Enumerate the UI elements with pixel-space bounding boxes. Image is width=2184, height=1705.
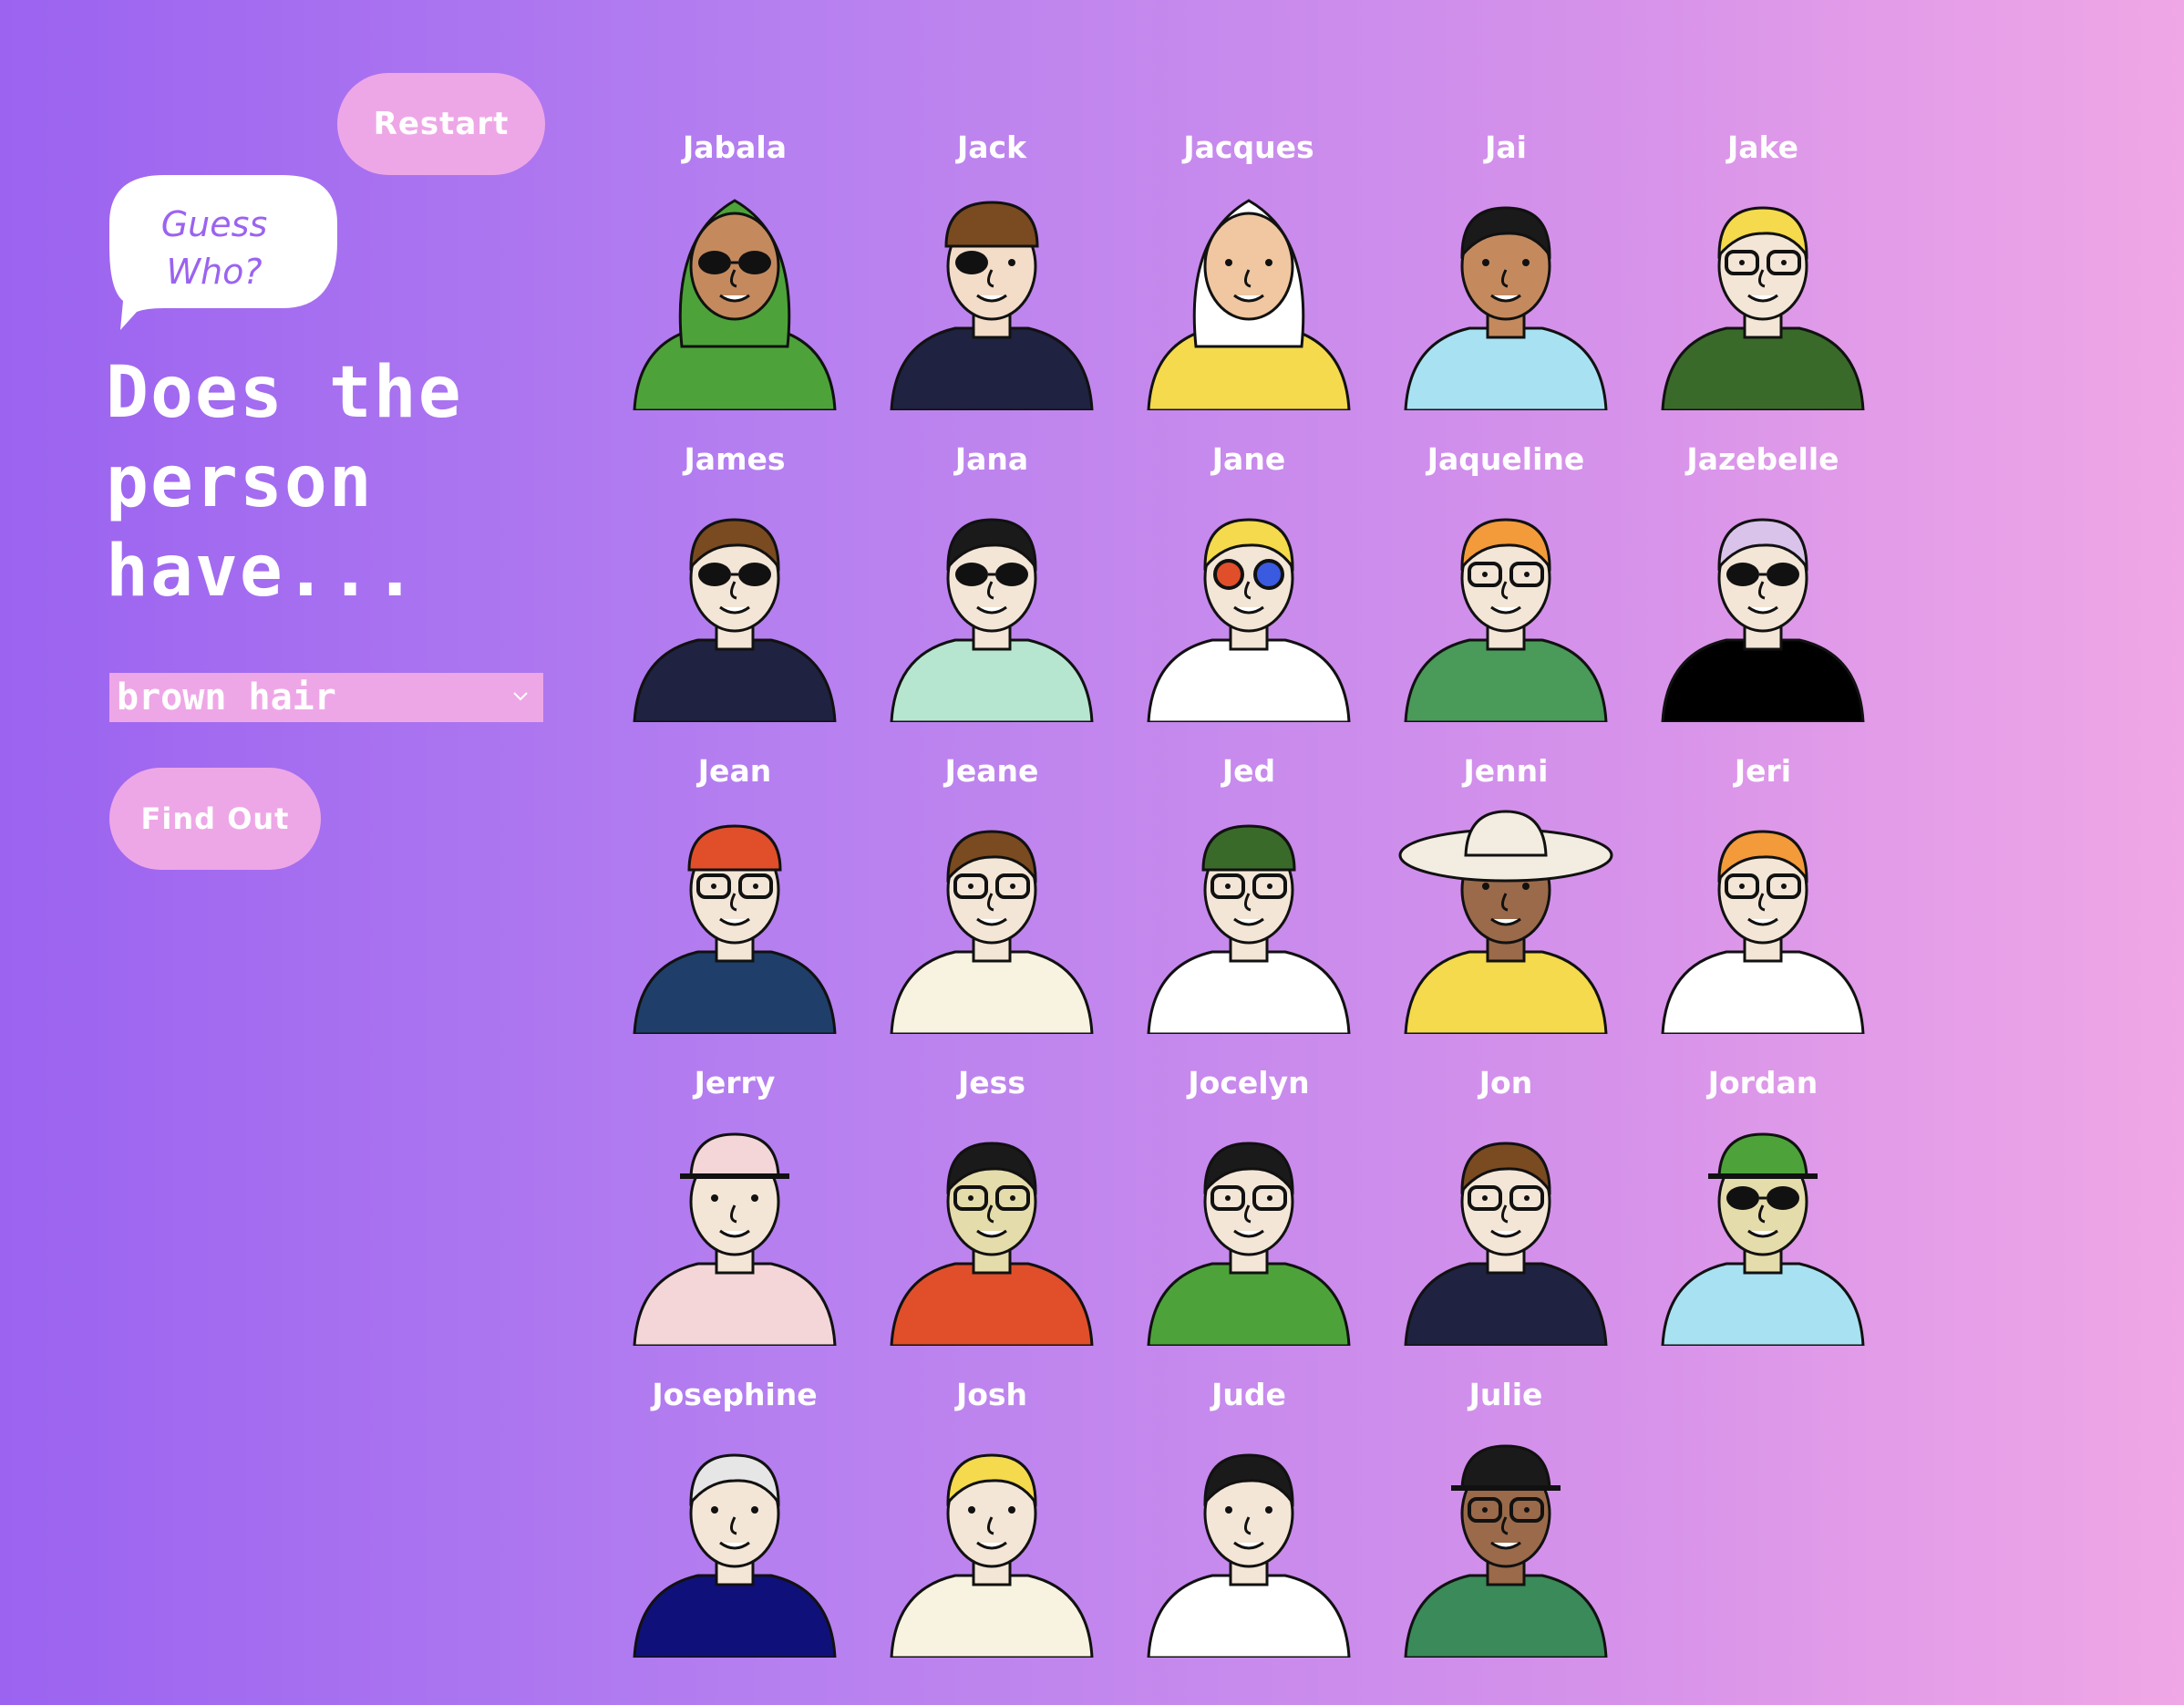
character-name: Jaqueline [1427, 441, 1585, 477]
character-card-jake[interactable]: Jake [1640, 0, 1886, 410]
restart-button[interactable]: Restart [337, 73, 545, 175]
character-name: Jocelyn [1188, 1065, 1310, 1100]
character-card-jaqueline[interactable]: Jaqueline [1383, 312, 1629, 722]
character-card-jana[interactable]: Jana [869, 312, 1115, 722]
character-portrait [1661, 1132, 1865, 1346]
character-card-jacques[interactable]: Jacques [1126, 0, 1372, 410]
character-card-jocelyn[interactable]: Jocelyn [1126, 935, 1372, 1346]
character-name: Jai [1485, 129, 1527, 165]
question-line-1: Does the [106, 352, 463, 434]
question-heading: Does the person have... [106, 348, 507, 616]
character-name: Jerry [694, 1065, 776, 1100]
logo-line-guess: Guess [160, 204, 268, 244]
character-card-jane[interactable]: Jane [1126, 312, 1372, 722]
character-card-josh[interactable]: Josh [869, 1247, 1115, 1658]
character-card-julie[interactable]: Julie [1383, 1247, 1629, 1658]
character-name: Jazebelle [1686, 441, 1839, 477]
character-name: Jed [1221, 753, 1276, 789]
character-card-josephine[interactable]: Josephine [612, 1247, 858, 1658]
character-name: Josh [955, 1377, 1028, 1412]
character-card-jai[interactable]: Jai [1383, 0, 1629, 410]
character-name: Jude [1211, 1377, 1286, 1412]
character-name: Julie [1468, 1377, 1543, 1412]
character-name: Jordan [1707, 1065, 1818, 1100]
character-name: Jon [1478, 1065, 1533, 1100]
character-name: Jack [956, 129, 1027, 165]
character-card-jabala[interactable]: Jabala [612, 0, 858, 410]
character-card-jude[interactable]: Jude [1126, 1247, 1372, 1658]
character-card-james[interactable]: James [612, 312, 858, 722]
character-card-jess[interactable]: Jess [869, 935, 1115, 1346]
character-card-jack[interactable]: Jack [869, 0, 1115, 410]
control-panel: Restart Guess Who? Does the person have.… [0, 0, 583, 1705]
character-card-jordan[interactable]: Jordan [1640, 935, 1886, 1346]
character-card-jeane[interactable]: Jeane [869, 624, 1115, 1034]
character-name: Jane [1211, 441, 1286, 477]
character-name: Jenni [1463, 753, 1549, 789]
character-name: James [684, 441, 786, 477]
trait-select-value: brown hair [117, 677, 336, 718]
character-name: Jake [1727, 129, 1798, 165]
question-line-2: person [106, 441, 374, 523]
character-card-jon[interactable]: Jon [1383, 935, 1629, 1346]
character-card-jerry[interactable]: Jerry [612, 935, 858, 1346]
character-name: Jean [697, 753, 772, 789]
character-name: Jeri [1734, 753, 1792, 789]
character-card-jed[interactable]: Jed [1126, 624, 1372, 1034]
character-portrait [1404, 1444, 1608, 1658]
character-name: Jess [958, 1065, 1025, 1100]
character-portrait [1147, 1453, 1351, 1658]
logo-line-who: Who? [166, 252, 263, 292]
trait-select[interactable]: brown hair [109, 673, 543, 722]
character-card-jeri[interactable]: Jeri [1640, 624, 1886, 1034]
character-portrait [633, 1453, 837, 1658]
character-name: Josephine [652, 1377, 818, 1412]
question-line-3: have... [106, 531, 418, 613]
character-card-jenni[interactable]: Jenni [1383, 624, 1629, 1034]
character-card-jean[interactable]: Jean [612, 624, 858, 1034]
guess-who-logo: Guess Who? [109, 173, 339, 330]
chevron-down-icon [513, 692, 528, 701]
character-name: Jabala [682, 129, 788, 165]
character-portrait [890, 1453, 1094, 1658]
character-name: Jana [954, 441, 1029, 477]
find-out-button[interactable]: Find Out [109, 768, 321, 870]
character-name: Jacques [1183, 129, 1314, 165]
character-card-jazebelle[interactable]: Jazebelle [1640, 312, 1886, 722]
character-name: Jeane [944, 753, 1039, 789]
